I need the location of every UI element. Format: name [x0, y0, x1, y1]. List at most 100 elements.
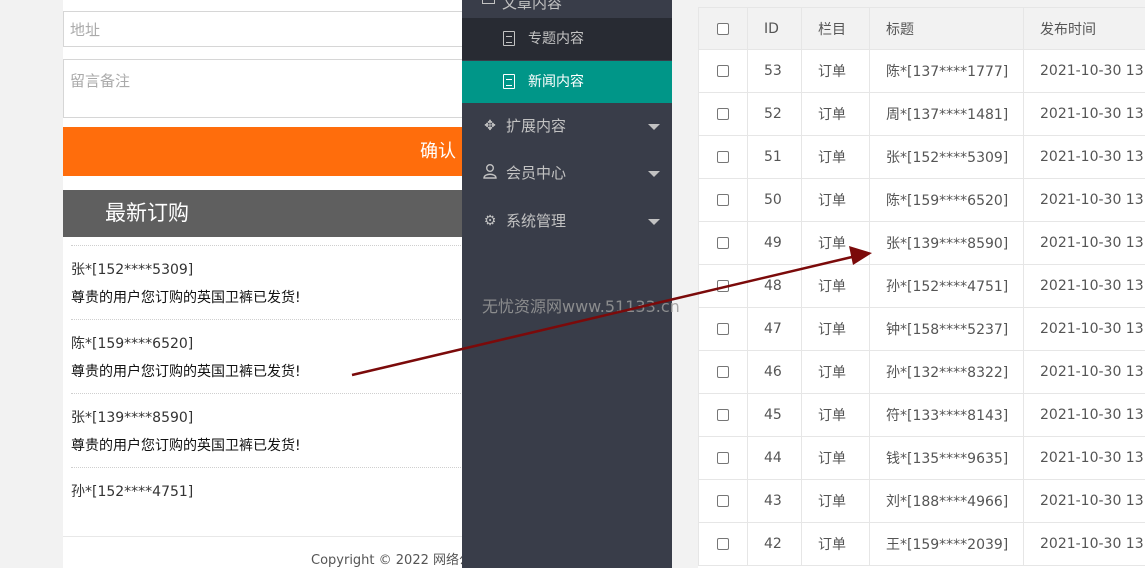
folder-icon [482, 0, 495, 4]
table-row[interactable]: 53订单陈*[137****1777]2021-10-30 13:2 [698, 49, 1145, 93]
cell-id: 43 [747, 479, 802, 523]
cell-category: 订单 [801, 221, 870, 265]
latest-orders-list: 张*[152****5309] 尊贵的用户您订购的英国卫裤已发货! 陈*[159… [71, 245, 471, 541]
sidebar-item-label: 会员中心 [506, 164, 567, 182]
row-checkbox[interactable] [717, 65, 729, 77]
table-row[interactable]: 42订单王*[159****2039]2021-10-30 13:2 [698, 522, 1145, 566]
copyright-text: Copyright © 2022 网络公 [311, 553, 473, 568]
cell-title: 周*[137****1481] [869, 92, 1024, 136]
row-checkbox-cell [698, 522, 748, 566]
cell-category: 订单 [801, 436, 870, 480]
select-all-checkbox[interactable] [717, 22, 729, 35]
sidebar-item-members[interactable]: 会员中心 [462, 150, 672, 196]
order-message [71, 505, 471, 509]
cell-publish-time: 2021-10-30 13:2 [1023, 307, 1145, 351]
news-table: ID 栏目 标题 发布时间 53 订单 陈*[137****1777] 2021-10… [698, 7, 1145, 566]
sidebar-item-label: 系统管理 [506, 212, 567, 230]
cell-id: 44 [747, 436, 802, 480]
cell-title: 钱*[135****9635] [869, 436, 1024, 480]
table-row[interactable]: 47订单钟*[158****5237]2021-10-30 13:2 [698, 307, 1145, 351]
list-item: 张*[152****5309] 尊贵的用户您订购的英国卫裤已发货! [71, 245, 471, 319]
cell-publish-time: 2021-10-30 13:2 [1023, 92, 1145, 136]
cell-category: 订单 [801, 178, 870, 222]
row-checkbox-cell [698, 221, 748, 265]
cell-publish-time: 2021-10-30 13:2 [1023, 436, 1145, 480]
table-row[interactable]: 48订单孙*[152****4751]2021-10-30 13:2 [698, 264, 1145, 308]
sidebar-item-articles[interactable]: 文章内容 [482, 0, 562, 12]
document-icon [503, 31, 515, 46]
row-checkbox-cell [698, 393, 748, 437]
cell-id: 46 [747, 350, 802, 394]
sidebar-item-system[interactable]: ⚙ 系统管理 [462, 198, 672, 244]
row-checkbox-cell [698, 49, 748, 93]
cell-category: 订单 [801, 522, 870, 566]
cell-title: 孙*[152****4751] [869, 264, 1024, 308]
cell-id: 51 [747, 135, 802, 179]
cell-publish-time: 2021-10-30 13:2 [1023, 221, 1145, 265]
cell-category: 订单 [801, 393, 870, 437]
table-row[interactable]: 52订单周*[137****1481]2021-10-30 13:2 [698, 92, 1145, 136]
sidebar-subitem-news[interactable]: 新闻内容 [462, 61, 672, 103]
row-checkbox[interactable] [717, 237, 729, 249]
cell-id: 47 [747, 307, 802, 351]
cell-category: 订单 [801, 307, 870, 351]
row-checkbox[interactable] [717, 409, 729, 421]
cell-id: 42 [747, 522, 802, 566]
cell-id: 48 [747, 264, 802, 308]
cell-id: 50 [747, 178, 802, 222]
table-row[interactable]: 45订单符*[133****8143]2021-10-30 13:2 [698, 393, 1145, 437]
order-message: 尊贵的用户您订购的英国卫裤已发货! [71, 438, 301, 454]
cell-id: 53 [747, 49, 802, 93]
row-checkbox-cell [698, 178, 748, 222]
confirm-submit-button[interactable]: 确认提 [63, 127, 473, 210]
column-header-publish-time: 发布时间 [1023, 7, 1145, 50]
order-message: 尊贵的用户您订购的英国卫裤已发货! [71, 364, 301, 380]
chevron-down-icon [648, 219, 660, 225]
order-message: 尊贵的用户您订购的英国卫裤已发货! [71, 290, 301, 306]
cell-publish-time: 2021-10-30 13:2 [1023, 264, 1145, 308]
cell-category: 订单 [801, 350, 870, 394]
sidebar-subitem-topics[interactable]: 专题内容 [462, 18, 672, 60]
cell-category: 订单 [801, 92, 870, 136]
table-row[interactable]: 43订单刘*[188****4966]2021-10-30 13:2 [698, 479, 1145, 523]
column-header-category: 栏目 [801, 7, 870, 50]
cell-category: 订单 [801, 135, 870, 179]
cell-category: 订单 [801, 49, 870, 93]
cell-title: 陈*[137****1777] [869, 49, 1024, 93]
row-checkbox-cell [698, 436, 748, 480]
row-checkbox[interactable] [717, 538, 729, 550]
cell-title: 刘*[188****4966] [869, 479, 1024, 523]
table-row[interactable]: 46订单孙*[132****8322]2021-10-30 13:2 [698, 350, 1145, 394]
table-row[interactable]: 51订单张*[152****5309]2021-10-30 13:2 [698, 135, 1145, 179]
row-checkbox[interactable] [717, 194, 729, 206]
expand-icon: ✥ [484, 118, 496, 134]
cell-id: 52 [747, 92, 802, 136]
address-input[interactable]: 地址 [63, 11, 473, 47]
column-header-id: ID [747, 7, 802, 50]
row-checkbox[interactable] [717, 495, 729, 507]
table-row[interactable]: 50订单陈*[159****6520]2021-10-30 13:2 [698, 178, 1145, 222]
row-checkbox[interactable] [717, 280, 729, 292]
sidebar-item-label: 专题内容 [528, 31, 584, 47]
gear-icon: ⚙ [483, 213, 497, 229]
row-checkbox[interactable] [717, 151, 729, 163]
cell-title: 张*[139****8590] [869, 221, 1024, 265]
cell-title: 符*[133****8143] [869, 393, 1024, 437]
row-checkbox[interactable] [717, 323, 729, 335]
cell-publish-time: 2021-10-30 13:2 [1023, 135, 1145, 179]
document-icon [503, 74, 515, 89]
list-item: 陈*[159****6520] 尊贵的用户您订购的英国卫裤已发货! [71, 319, 471, 393]
row-checkbox[interactable] [717, 108, 729, 120]
row-checkbox[interactable] [717, 366, 729, 378]
sidebar-item-label: 扩展内容 [506, 117, 567, 135]
table-row[interactable]: 49订单张*[139****8590]2021-10-30 13:2 [698, 221, 1145, 265]
cell-publish-time: 2021-10-30 13:2 [1023, 393, 1145, 437]
note-textarea[interactable]: 留言备注 [63, 59, 473, 118]
chevron-down-icon [648, 124, 660, 130]
cell-publish-time: 2021-10-30 13:2 [1023, 178, 1145, 222]
row-checkbox-cell [698, 264, 748, 308]
row-checkbox[interactable] [717, 452, 729, 464]
select-all-checkbox-cell [698, 7, 748, 50]
table-row[interactable]: 44订单钱*[135****9635]2021-10-30 13:2 [698, 436, 1145, 480]
sidebar-item-extensions[interactable]: ✥ 扩展内容 [462, 103, 672, 149]
